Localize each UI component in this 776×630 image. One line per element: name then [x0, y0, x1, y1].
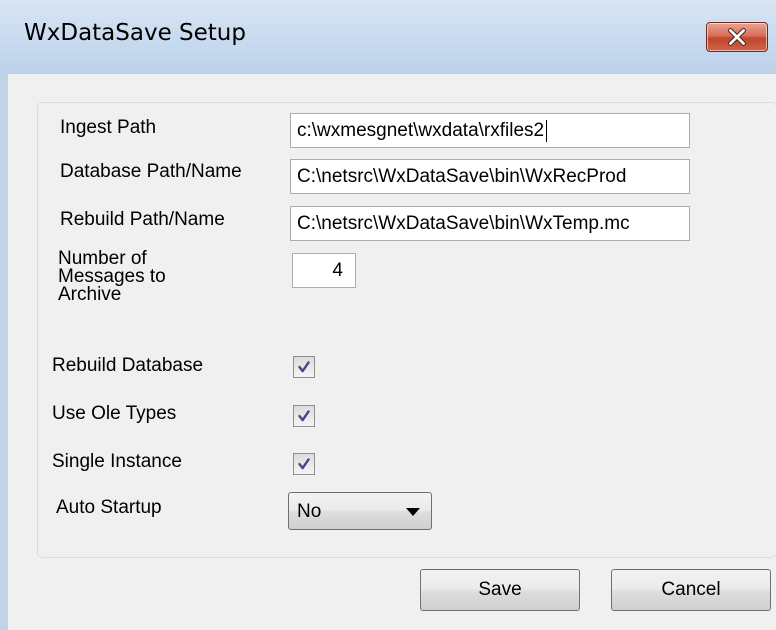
ingest-path-input[interactable]: c:\wxmesgnet\wxdata\rxfiles2 — [290, 113, 690, 148]
database-path-label: Database Path/Name — [60, 161, 242, 182]
database-path-value: C:\netsrc\WxDataSave\bin\WxRecProd — [297, 166, 627, 187]
check-icon — [298, 361, 310, 373]
text-caret — [546, 119, 548, 142]
rebuild-database-label: Rebuild Database — [52, 355, 204, 376]
single-instance-label: Single Instance — [52, 451, 182, 472]
settings-panel: Ingest Path c:\wxmesgnet\wxdata\rxfiles2… — [37, 102, 776, 558]
ingest-path-label: Ingest Path — [60, 117, 157, 138]
close-icon — [728, 28, 746, 46]
check-icon — [298, 458, 310, 470]
rebuild-path-label: Rebuild Path/Name — [60, 209, 225, 230]
save-button[interactable]: Save — [420, 569, 580, 611]
rebuild-path-input[interactable]: C:\netsrc\WxDataSave\bin\WxTemp.mc — [290, 206, 690, 241]
check-icon — [298, 410, 310, 422]
dialog-client-area: Ingest Path c:\wxmesgnet\wxdata\rxfiles2… — [8, 74, 776, 630]
chevron-down-icon — [406, 508, 420, 516]
archive-count-input[interactable]: 4 — [292, 253, 356, 288]
cancel-button[interactable]: Cancel — [611, 569, 771, 611]
auto-startup-value: No — [297, 501, 322, 522]
window-title: WxDataSave Setup — [24, 20, 246, 46]
single-instance-checkbox[interactable] — [293, 453, 315, 475]
close-button[interactable] — [706, 22, 768, 52]
database-path-input[interactable]: C:\netsrc\WxDataSave\bin\WxRecProd — [290, 159, 690, 194]
setup-dialog: WxDataSave Setup Ingest Path c:\wxmesgne… — [0, 0, 776, 630]
ingest-path-value: c:\wxmesgnet\wxdata\rxfiles2 — [297, 120, 545, 141]
auto-startup-dropdown[interactable]: No — [288, 492, 432, 530]
rebuild-database-checkbox[interactable] — [293, 356, 315, 378]
auto-startup-label: Auto Startup — [56, 497, 162, 518]
rebuild-path-value: C:\netsrc\WxDataSave\bin\WxTemp.mc — [297, 213, 630, 234]
archive-count-label: Number of Messages to Archive — [58, 248, 166, 305]
use-ole-types-checkbox[interactable] — [293, 405, 315, 427]
archive-count-value: 4 — [332, 260, 343, 281]
use-ole-types-label: Use Ole Types — [52, 403, 177, 424]
title-bar[interactable]: WxDataSave Setup — [0, 0, 776, 74]
